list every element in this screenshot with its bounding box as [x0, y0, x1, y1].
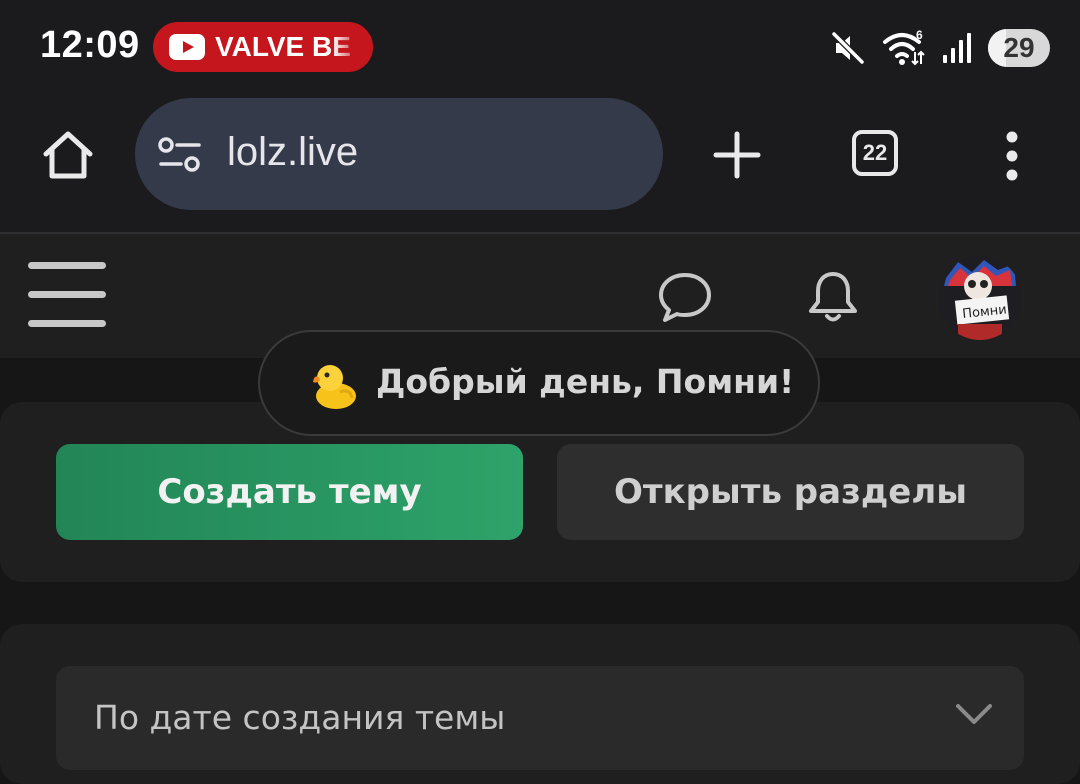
home-button[interactable]: [38, 126, 98, 186]
hamburger-line: [28, 320, 106, 327]
greeting-toast: Добрый день, Помни!: [258, 330, 820, 436]
sort-select[interactable]: По дате создания темы: [56, 666, 1024, 770]
chat-bubble-icon: [659, 273, 711, 322]
chevron-down-icon: [954, 702, 994, 730]
tab-count: 22: [862, 140, 888, 165]
create-topic-button[interactable]: Создать тему: [56, 444, 523, 540]
notification-text: VALVE BE: [215, 31, 351, 62]
open-sections-button[interactable]: Открыть разделы: [557, 444, 1024, 540]
hamburger-menu-button[interactable]: [28, 262, 108, 328]
browser-toolbar: lolz.live 22: [0, 92, 1080, 234]
hamburger-line: [28, 291, 106, 298]
more-vert-icon: [1006, 131, 1018, 181]
battery-icon: 29: [988, 29, 1050, 67]
wifi-6-icon: 6: [882, 28, 926, 68]
status-icons: 6 29: [830, 26, 1050, 70]
new-tab-button[interactable]: [712, 130, 762, 180]
plus-icon: [713, 131, 761, 179]
status-bar: 12:09 VALVE BE 6 29: [0, 0, 1080, 92]
sort-select-value: По дате создания темы: [94, 698, 506, 737]
mute-icon: [830, 30, 866, 66]
hamburger-menu-icon: [28, 262, 106, 269]
notifications-button[interactable]: [804, 268, 862, 330]
battery-percent: 29: [1003, 32, 1035, 63]
duck-icon: [310, 360, 358, 414]
clock: 12:09: [40, 24, 140, 66]
notification-fade: [333, 22, 373, 72]
svg-text:6: 6: [916, 28, 923, 42]
youtube-icon: [169, 34, 205, 60]
url-text: lolz.live: [227, 130, 359, 174]
signal-icon: [942, 31, 972, 65]
avatar[interactable]: Помни: [938, 256, 1022, 340]
greeting-message: Добрый день, Помни!: [376, 362, 795, 401]
tab-switcher-button[interactable]: 22: [852, 130, 898, 176]
address-bar[interactable]: lolz.live: [135, 98, 663, 210]
notification-pill[interactable]: VALVE BE: [153, 22, 373, 72]
home-icon: [43, 131, 93, 179]
site-settings-icon[interactable]: [157, 136, 203, 178]
bell-icon: [809, 272, 857, 322]
more-menu-button[interactable]: [995, 130, 1029, 182]
conversations-button[interactable]: [656, 270, 714, 328]
